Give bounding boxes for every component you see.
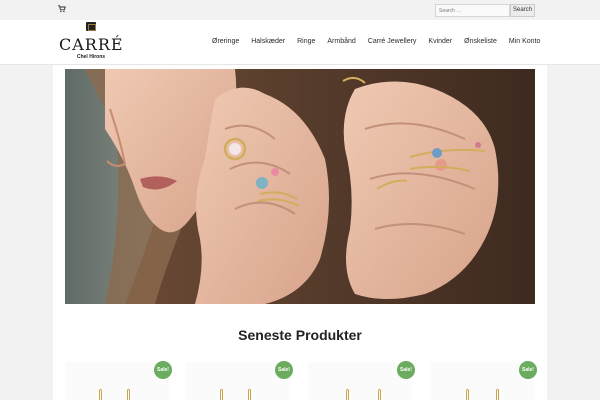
site-header: CARRÉ Chel Hirons Øreringe Halskæder Rin…: [0, 20, 600, 65]
logo-title: CARRÉ: [59, 35, 124, 54]
top-bar: Search: [0, 0, 600, 20]
sale-badge: Sale!: [154, 361, 172, 379]
logo[interactable]: CARRÉ Chel Hirons: [59, 21, 123, 63]
hero-photo: [65, 69, 535, 304]
nav-item-ringe[interactable]: Ringe: [297, 38, 315, 45]
nav-item-onskeliste[interactable]: Ønskeliste: [464, 38, 497, 45]
nav-item-carre-jewellery[interactable]: Carré Jewellery: [368, 38, 417, 45]
nav-item-armbaand[interactable]: Armbånd: [327, 38, 355, 45]
search-input[interactable]: [435, 4, 510, 17]
earring-image: [127, 389, 130, 400]
sale-badge: Sale!: [397, 361, 415, 379]
logo-emblem-icon: [86, 22, 96, 31]
sale-badge: Sale!: [519, 361, 537, 379]
nav-item-halskaeder[interactable]: Halskæder: [251, 38, 285, 45]
earring-image: [496, 389, 499, 400]
search-button[interactable]: Search: [510, 4, 535, 17]
sale-badge: Sale!: [275, 361, 293, 379]
search-form: Search: [435, 4, 535, 17]
hero-image: [65, 69, 535, 304]
earring-image: [248, 389, 251, 400]
nav-item-kvinder[interactable]: Kvinder: [428, 38, 452, 45]
earring-image: [346, 389, 349, 400]
earring-image: [99, 389, 102, 400]
nav-item-oreringe[interactable]: Øreringe: [212, 38, 239, 45]
main-content: Seneste Produkter Sale! Sale! Sale! Sale…: [53, 65, 547, 400]
logo-subtitle: Chel Hirons: [76, 54, 106, 60]
earring-image: [378, 389, 381, 400]
earring-image: [220, 389, 223, 400]
shopping-cart-icon[interactable]: [58, 5, 66, 13]
earring-image: [466, 389, 469, 400]
section-title: Seneste Produkter: [238, 327, 362, 343]
main-nav: Øreringe Halskæder Ringe Armbånd Carré J…: [212, 38, 540, 45]
nav-item-min-konto[interactable]: Min Konto: [509, 38, 541, 45]
